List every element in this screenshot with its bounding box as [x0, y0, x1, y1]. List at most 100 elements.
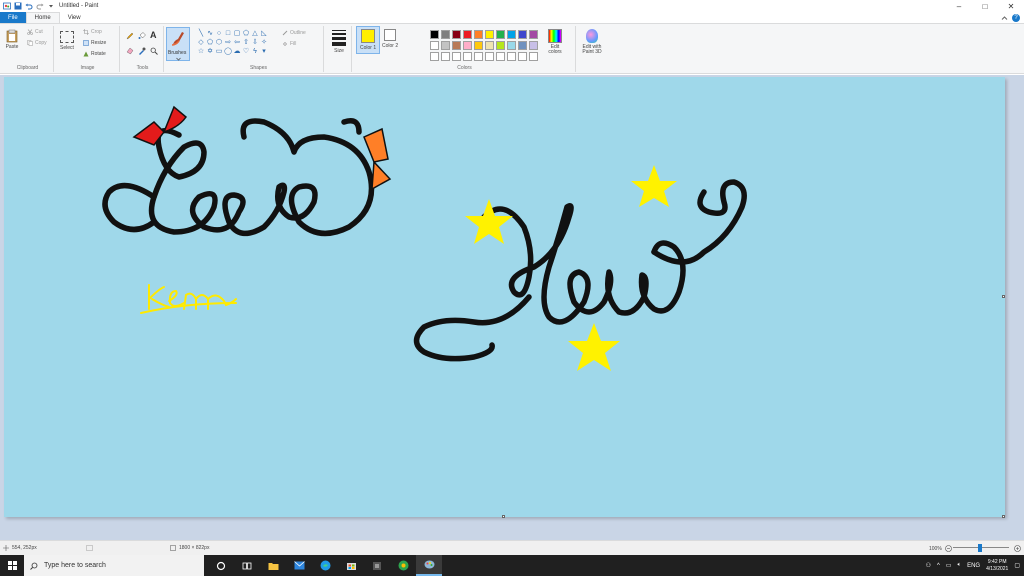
- palette-swatch[interactable]: [474, 41, 483, 50]
- taskbar-search[interactable]: Type here to search: [24, 555, 204, 576]
- edit-with-paint3d-button[interactable]: Edit with Paint 3D: [578, 29, 606, 55]
- customize-qat-icon[interactable]: [47, 2, 55, 10]
- palette-swatch[interactable]: [430, 41, 439, 50]
- start-button[interactable]: [0, 555, 24, 576]
- resize-handle-right[interactable]: [1002, 295, 1005, 298]
- file-explorer-icon[interactable]: [260, 555, 286, 576]
- star-four-shape-icon[interactable]: ✧: [260, 39, 268, 47]
- palette-swatch[interactable]: [452, 41, 461, 50]
- clock[interactable]: 9:42 PM 4/13/2021: [986, 559, 1008, 573]
- brushes-button[interactable]: Brushes: [166, 27, 190, 61]
- rounded-rectangle-shape-icon[interactable]: ▢: [233, 30, 241, 38]
- heart-shape-icon[interactable]: ♡: [242, 48, 250, 56]
- palette-swatch[interactable]: [441, 41, 450, 50]
- diamond-shape-icon[interactable]: ◇: [197, 39, 205, 47]
- select-button[interactable]: Select: [60, 31, 74, 51]
- star-five-shape-icon[interactable]: ☆: [197, 48, 205, 56]
- palette-swatch[interactable]: [474, 30, 483, 39]
- arrow-down-shape-icon[interactable]: ⇩: [251, 39, 259, 47]
- close-button[interactable]: ✕: [998, 0, 1024, 12]
- palette-swatch[interactable]: [430, 52, 439, 61]
- palette-swatch[interactable]: [485, 41, 494, 50]
- resize-handle-bottom[interactable]: [502, 515, 505, 518]
- palette-swatch[interactable]: [518, 52, 527, 61]
- rectangle-shape-icon[interactable]: □: [224, 30, 232, 38]
- arrow-right-shape-icon[interactable]: ⇨: [224, 39, 232, 47]
- star-six-shape-icon[interactable]: ✡: [206, 48, 214, 56]
- rotate-button[interactable]: Rotate: [83, 51, 106, 57]
- palette-swatch[interactable]: [474, 52, 483, 61]
- zoom-slider[interactable]: [953, 544, 1009, 552]
- palette-swatch[interactable]: [529, 41, 538, 50]
- mail-icon[interactable]: [286, 555, 312, 576]
- palette-swatch[interactable]: [507, 52, 516, 61]
- palette-swatch[interactable]: [463, 41, 472, 50]
- palette-swatch[interactable]: [485, 52, 494, 61]
- help-icon[interactable]: ?: [1012, 14, 1020, 22]
- tab-file[interactable]: File: [0, 12, 26, 23]
- drawing-canvas[interactable]: [4, 77, 1005, 518]
- size-button[interactable]: Size: [332, 30, 346, 54]
- copy-button[interactable]: Copy: [27, 40, 47, 46]
- palette-swatch[interactable]: [463, 52, 472, 61]
- cortana-icon[interactable]: [208, 555, 234, 576]
- line-shape-icon[interactable]: ╲: [197, 30, 205, 38]
- palette-swatch[interactable]: [463, 30, 472, 39]
- callout-oval-shape-icon[interactable]: ◯: [224, 48, 232, 56]
- chrome-icon[interactable]: [390, 555, 416, 576]
- right-triangle-shape-icon[interactable]: ◺: [260, 30, 268, 38]
- palette-swatch[interactable]: [518, 41, 527, 50]
- store-icon[interactable]: [338, 555, 364, 576]
- palette-swatch[interactable]: [441, 52, 450, 61]
- palette-swatch[interactable]: [507, 41, 516, 50]
- app-icon-dark[interactable]: [364, 555, 390, 576]
- palette-swatch[interactable]: [452, 30, 461, 39]
- edge-browser-icon[interactable]: [312, 555, 338, 576]
- palette-swatch[interactable]: [496, 30, 505, 39]
- notifications-icon[interactable]: ▢: [1014, 562, 1020, 569]
- polygon-shape-icon[interactable]: ⬠: [242, 30, 250, 38]
- palette-swatch[interactable]: [529, 52, 538, 61]
- pentagon-shape-icon[interactable]: ⬠: [206, 39, 214, 47]
- palette-swatch[interactable]: [518, 30, 527, 39]
- palette-swatch[interactable]: [529, 30, 538, 39]
- language-indicator[interactable]: ENG: [967, 563, 980, 569]
- arrow-up-shape-icon[interactable]: ⇧: [242, 39, 250, 47]
- undo-icon[interactable]: [25, 2, 33, 10]
- shapes-scroll-icon[interactable]: ▾: [260, 48, 268, 56]
- color-2-button[interactable]: Color 2: [382, 29, 398, 49]
- hexagon-shape-icon[interactable]: ⬡: [215, 39, 223, 47]
- palette-swatch[interactable]: [485, 30, 494, 39]
- color-1-button[interactable]: Color 1: [356, 26, 381, 54]
- pencil-icon[interactable]: [126, 32, 134, 40]
- task-view-icon[interactable]: [234, 555, 260, 576]
- zoom-slider-thumb[interactable]: [978, 544, 982, 552]
- curve-shape-icon[interactable]: ∿: [206, 30, 214, 38]
- palette-swatch[interactable]: [441, 30, 450, 39]
- palette-swatch[interactable]: [496, 52, 505, 61]
- tab-view[interactable]: View: [60, 12, 89, 23]
- arrow-left-shape-icon[interactable]: ⇦: [233, 39, 241, 47]
- maximize-button[interactable]: □: [972, 0, 998, 12]
- color-palette[interactable]: [430, 30, 538, 61]
- fill-bucket-icon[interactable]: [138, 32, 146, 40]
- people-icon[interactable]: ⚇: [926, 562, 931, 569]
- volume-icon[interactable]: 🔈︎: [957, 562, 961, 569]
- shapes-gallery[interactable]: ╲ ∿ ○ □ ▢ ⬠ △ ◺ ◇ ⬠ ⬡ ⇨ ⇦ ⇧ ⇩ ✧ ☆ ✡ ▭ ◯ …: [197, 30, 268, 56]
- triangle-shape-icon[interactable]: △: [251, 30, 259, 38]
- oval-shape-icon[interactable]: ○: [215, 30, 223, 38]
- resize-button[interactable]: Resize: [83, 40, 106, 46]
- redo-icon[interactable]: [36, 2, 44, 10]
- callout-rect-shape-icon[interactable]: ▭: [215, 48, 223, 56]
- cloud-shape-icon[interactable]: ☁: [233, 48, 241, 56]
- collapse-ribbon-icon[interactable]: [1001, 15, 1008, 22]
- lightning-shape-icon[interactable]: ϟ: [251, 48, 259, 56]
- show-hidden-icons-icon[interactable]: ^: [937, 563, 940, 569]
- minimize-button[interactable]: –: [946, 0, 972, 12]
- paint-taskbar-icon[interactable]: [416, 555, 442, 576]
- palette-swatch[interactable]: [507, 30, 516, 39]
- save-icon[interactable]: [14, 2, 22, 10]
- zoom-in-icon[interactable]: [1014, 545, 1021, 552]
- eraser-icon[interactable]: [126, 47, 134, 55]
- fill-button[interactable]: Fill: [282, 41, 296, 47]
